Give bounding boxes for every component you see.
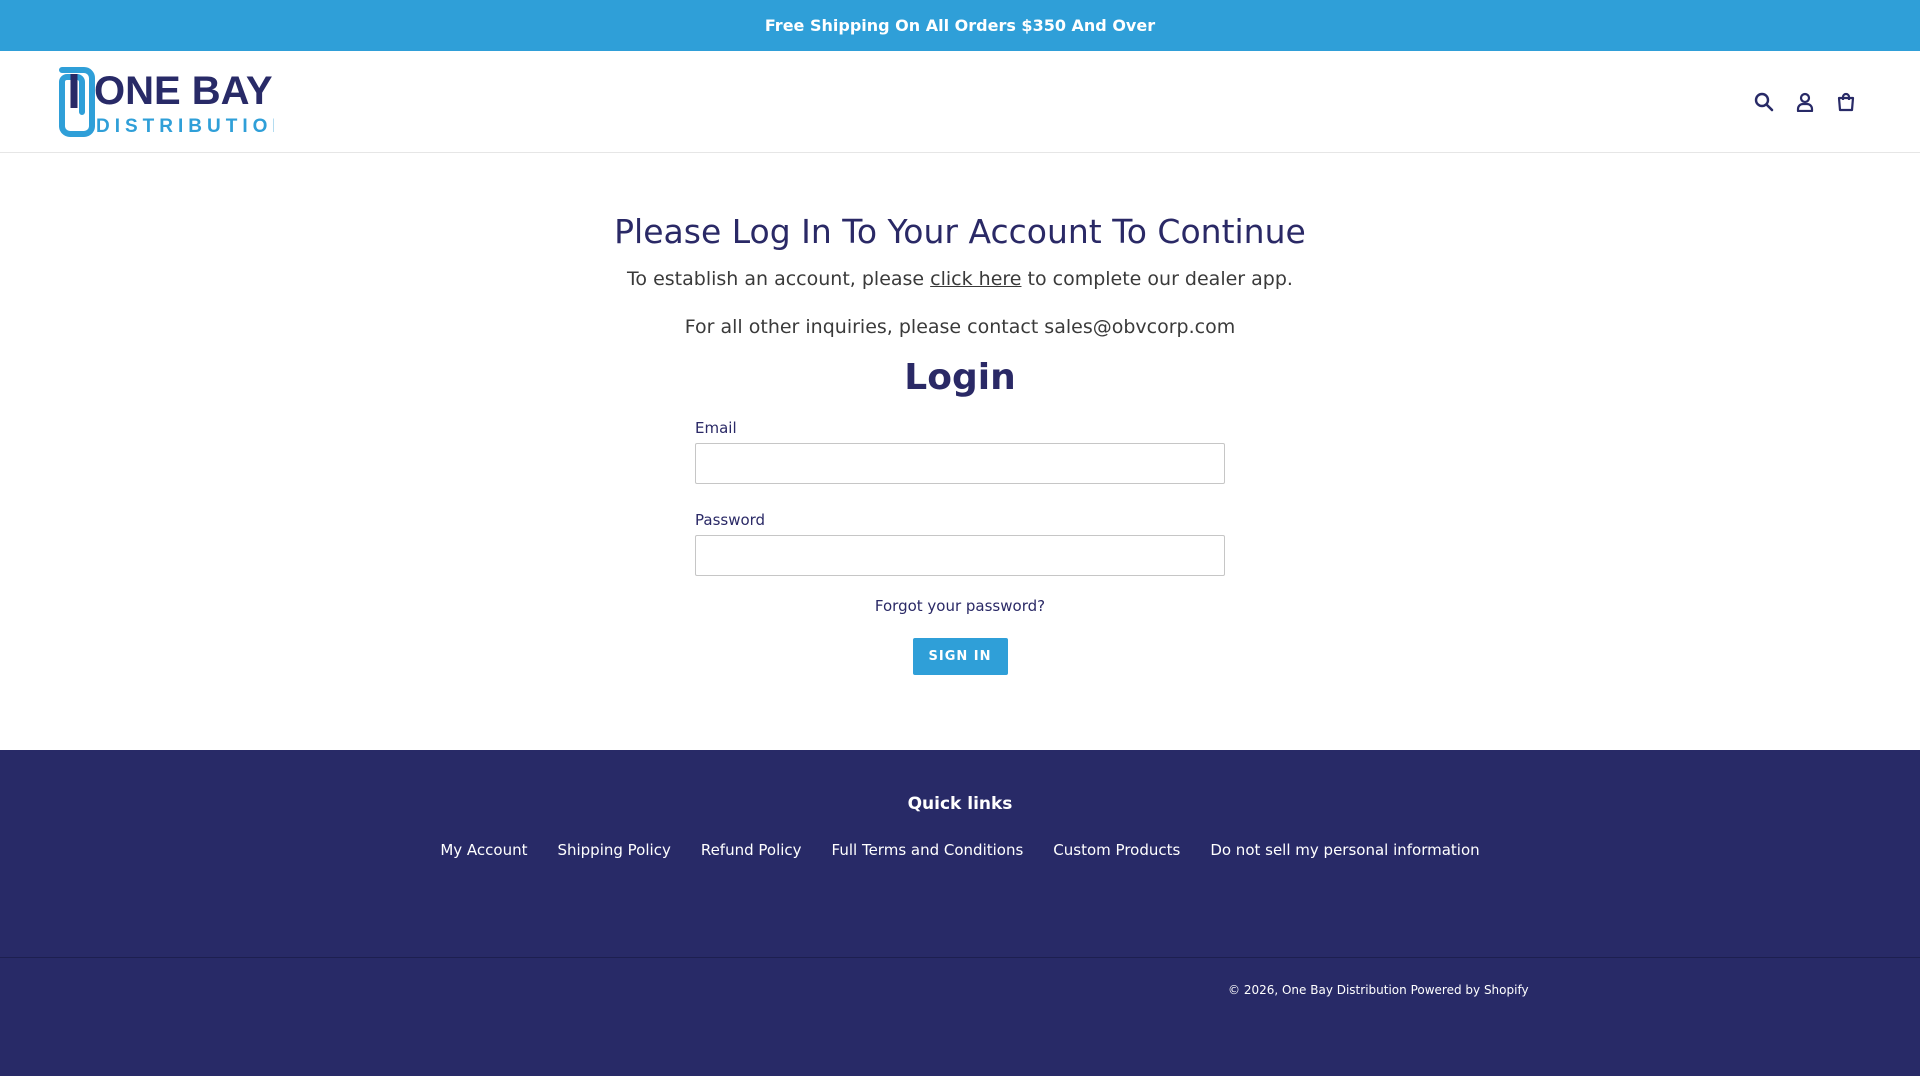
search-icon[interactable]: [1753, 91, 1775, 113]
footer-bottom: © 2026, One Bay Distribution Powered by …: [0, 958, 1920, 1076]
forgot-password-link[interactable]: Forgot your password?: [875, 597, 1045, 615]
announcement-text: Free Shipping On All Orders $350 And Ove…: [764, 16, 1156, 35]
header-icons: [1753, 91, 1857, 113]
copyright-company-link[interactable]: One Bay Distribution: [1282, 983, 1407, 997]
intro-after: to complete our dealer app.: [1021, 268, 1293, 290]
footer-quick-links-section: Quick links My Account Shipping Policy R…: [0, 750, 1920, 958]
footer-link-refund-policy[interactable]: Refund Policy: [701, 841, 802, 859]
footer-link-my-account[interactable]: My Account: [440, 841, 527, 859]
footer-link-do-not-sell[interactable]: Do not sell my personal information: [1210, 841, 1479, 859]
logo-line1: ONE BAY: [94, 69, 273, 113]
footer-link-custom-products[interactable]: Custom Products: [1053, 841, 1180, 859]
password-field[interactable]: [695, 535, 1225, 576]
logo-graphic: ONE BAY DISTRIBUTION: [59, 66, 274, 137]
account-icon[interactable]: [1794, 91, 1816, 113]
email-field-group: Email: [695, 419, 1225, 484]
login-form: Email Password Forgot your password? SIG…: [695, 419, 1225, 675]
site-footer: Quick links My Account Shipping Policy R…: [0, 750, 1920, 1076]
copyright: © 2026, One Bay Distribution Powered by …: [1228, 983, 1529, 997]
footer-link-shipping-policy[interactable]: Shipping Policy: [557, 841, 670, 859]
email-field[interactable]: [695, 443, 1225, 484]
sign-in-button[interactable]: SIGN IN: [912, 638, 1008, 675]
footer-link-terms[interactable]: Full Terms and Conditions: [832, 841, 1024, 859]
inquiry-text: For all other inquiries, please contact …: [684, 316, 1236, 338]
cart-icon[interactable]: [1835, 91, 1857, 113]
dealer-app-link[interactable]: click here: [930, 268, 1021, 290]
page-title: Please Log In To Your Account To Continu…: [614, 212, 1306, 251]
announcement-bar: Free Shipping On All Orders $350 And Ove…: [0, 0, 1920, 51]
quick-links: My Account Shipping Policy Refund Policy…: [440, 841, 1479, 859]
logo-line2: DISTRIBUTION: [96, 116, 274, 137]
forgot-password-wrap: Forgot your password?: [695, 597, 1225, 615]
intro-before: To establish an account, please: [627, 268, 931, 290]
password-field-group: Password: [695, 511, 1225, 576]
main-content: Please Log In To Your Account To Continu…: [0, 153, 1920, 750]
signin-wrap: SIGN IN: [695, 638, 1225, 675]
site-header: ONE BAY DISTRIBUTION: [0, 51, 1920, 153]
password-label: Password: [695, 511, 766, 529]
login-heading: Login: [904, 357, 1016, 398]
quick-links-title: Quick links: [907, 794, 1013, 814]
logo[interactable]: ONE BAY DISTRIBUTION: [54, 66, 274, 138]
email-label: Email: [695, 419, 737, 437]
intro-text: To establish an account, please click he…: [627, 266, 1293, 292]
powered-by-link[interactable]: Powered by Shopify: [1411, 983, 1529, 997]
copyright-prefix: © 2026,: [1228, 983, 1282, 997]
